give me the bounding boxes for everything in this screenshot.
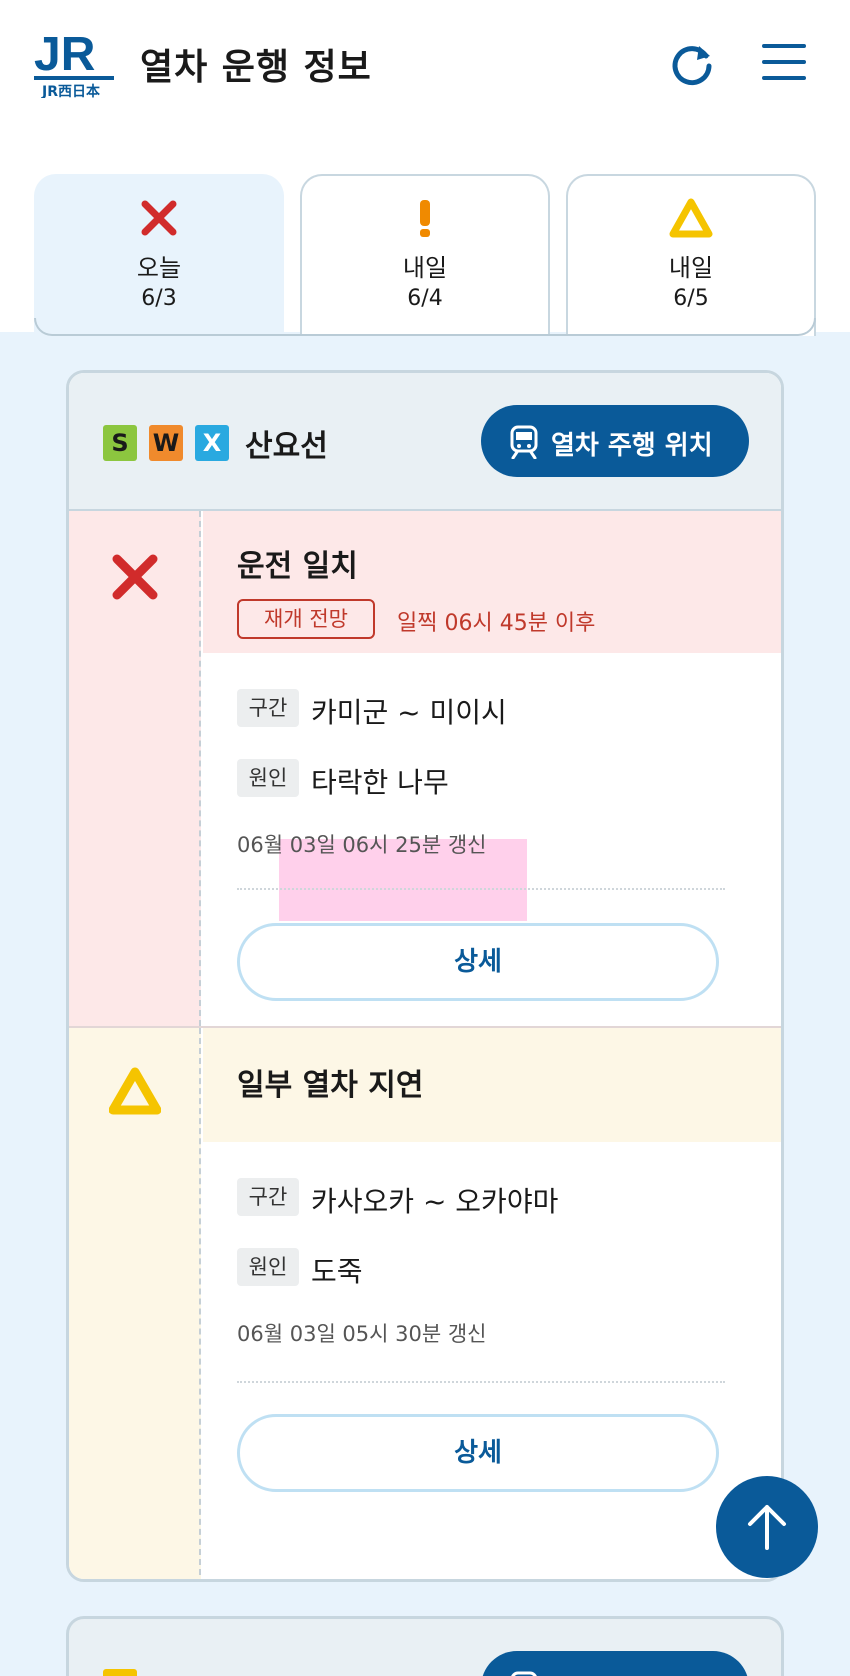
train-position-label: 열차 주행 위치 (551, 431, 713, 461)
hamburger-menu-icon[interactable] (760, 40, 808, 84)
status-title: 일부 열차 지연 (237, 1068, 424, 1103)
status-section-suspended: 운전 일치 재개 전망 일찍 06시 45분 이후 구간 카미군 ~ 미이시 원… (69, 511, 781, 1026)
tab-label: 내일 (668, 254, 714, 282)
status-title: 운전 일치 (237, 549, 358, 584)
train-position-button[interactable]: 열차 주행 위치 (481, 405, 749, 477)
tab-date: 6/5 (673, 286, 709, 311)
scroll-to-top-button[interactable] (716, 1476, 818, 1578)
arrow-up-icon (748, 1505, 786, 1550)
line-badge-w: W (149, 425, 183, 461)
status-gutter (69, 1028, 201, 1579)
tab-date: 6/3 (141, 286, 177, 311)
section-tag: 구간 (237, 689, 299, 727)
train-icon (511, 1671, 537, 1676)
cross-icon (141, 200, 177, 236)
cause-value: 타락한 나무 (311, 766, 449, 799)
line-badge (103, 1669, 137, 1676)
cause-tag: 원인 (237, 1248, 299, 1286)
tab-panel-edge (34, 318, 816, 336)
cross-icon (112, 554, 158, 600)
tab-date: 6/4 (407, 286, 443, 311)
cause-value: 도죽 (311, 1255, 363, 1288)
resume-outlook-time: 일찍 06시 45분 이후 (397, 611, 596, 636)
updated-time: 06월 03일 05시 30분 갱신 (237, 1322, 487, 1346)
resume-outlook-tag: 재개 전망 (237, 599, 375, 639)
train-icon (510, 425, 538, 459)
section-value: 카미군 ~ 미이시 (311, 696, 507, 729)
tab-day-after[interactable]: 내일 6/5 (566, 174, 816, 336)
jr-west-logo[interactable]: JR JR西日本 (32, 28, 116, 98)
status-section-delay: 일부 열차 지연 구간 카사오카 ~ 오카야마 원인 도죽 06월 03일 05… (69, 1028, 781, 1579)
tab-label: 오늘 (136, 254, 182, 282)
triangle-icon (109, 1067, 161, 1115)
refresh-icon[interactable] (668, 40, 716, 88)
tab-label: 내일 (402, 254, 448, 282)
tab-tomorrow[interactable]: 내일 6/4 (300, 174, 550, 336)
line-badge-x: X (195, 425, 229, 461)
detail-button[interactable]: 상세 (237, 923, 719, 1001)
divider (237, 1381, 725, 1383)
triangle-icon (669, 198, 713, 238)
line-card-sanyo: S W X 산요선 열차 주행 위치 운전 일치 재개 전망 일찍 06시 45… (66, 370, 784, 1582)
svg-text:JR: JR (34, 28, 95, 81)
exclamation-icon (420, 200, 430, 237)
app-header: JR JR西日本 열차 운행 정보 (0, 0, 850, 130)
cause-tag: 원인 (237, 759, 299, 797)
divider (237, 888, 725, 890)
section-value: 카사오카 ~ 오카야마 (311, 1185, 559, 1218)
svg-text:JR西日本: JR西日本 (41, 83, 101, 98)
line-badge-s: S (103, 425, 137, 461)
line-card-next (66, 1616, 784, 1676)
page-title: 열차 운행 정보 (140, 47, 372, 88)
tab-today[interactable]: 오늘 6/3 (34, 174, 284, 336)
line-name: 산요선 (245, 429, 328, 464)
detail-button[interactable]: 상세 (237, 1414, 719, 1492)
status-gutter (69, 511, 201, 1026)
line-card-header: S W X 산요선 열차 주행 위치 (69, 373, 781, 511)
updated-time: 06월 03일 06시 25분 갱신 (237, 833, 487, 857)
train-position-button[interactable] (481, 1651, 749, 1676)
section-tag: 구간 (237, 1178, 299, 1216)
